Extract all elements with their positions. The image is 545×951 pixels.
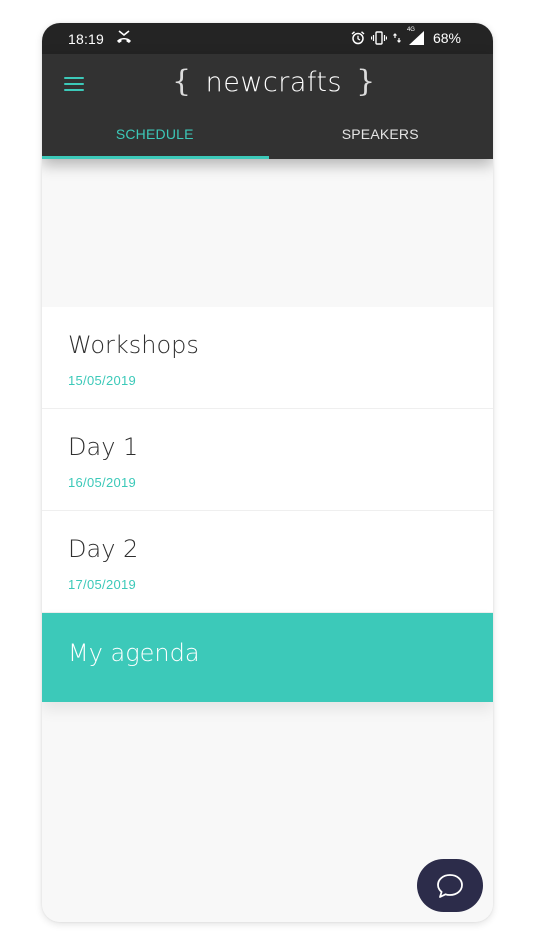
schedule-item-date: 16/05/2019 (68, 475, 137, 490)
vibrate-icon (370, 31, 387, 45)
logo-text: newcrafts (205, 67, 343, 98)
phone-frame: 18:19 4G 68% {newcrafts} SCHEDULE SPEA… (42, 23, 493, 922)
signal-icon: 4G (407, 27, 425, 45)
schedule-list: Workshops 15/05/2019 Day 1 16/05/2019 Da… (42, 307, 493, 702)
schedule-item-title: Workshops (68, 331, 199, 359)
chat-bubble-icon (437, 873, 463, 898)
schedule-content: Workshops 15/05/2019 Day 1 16/05/2019 Da… (42, 159, 493, 922)
alarm-icon (351, 31, 365, 45)
status-bar: 18:19 4G 68% (42, 23, 493, 54)
status-time: 18:19 (68, 31, 105, 47)
schedule-item-day-2[interactable]: Day 2 17/05/2019 (42, 511, 493, 613)
logo-open-brace: { (172, 64, 192, 99)
missed-call-icon (116, 30, 132, 44)
logo-close-brace: } (356, 64, 376, 99)
my-agenda-button[interactable]: My agenda (42, 613, 493, 702)
data-arrows-icon (393, 31, 401, 45)
tab-schedule[interactable]: SCHEDULE (42, 126, 268, 159)
schedule-item-day-1[interactable]: Day 1 16/05/2019 (42, 409, 493, 511)
schedule-item-date: 15/05/2019 (68, 373, 137, 388)
schedule-item-date: 17/05/2019 (68, 577, 137, 592)
app-bar: { newcrafts} SCHEDULE SPEAKERS (42, 54, 493, 159)
chat-button[interactable] (417, 859, 483, 912)
tab-speakers[interactable]: SPEAKERS (268, 126, 494, 159)
tab-bar: SCHEDULE SPEAKERS (42, 126, 493, 159)
schedule-item-workshops[interactable]: Workshops 15/05/2019 (42, 307, 493, 409)
hamburger-menu-icon[interactable] (64, 73, 86, 93)
battery-percentage: 68% (432, 30, 461, 46)
schedule-item-title: Day 1 (68, 433, 139, 461)
network-type-label: 4G (406, 27, 415, 33)
my-agenda-label: My agenda (68, 639, 200, 667)
active-tab-indicator (42, 156, 269, 159)
status-icons: 4G 68% (351, 27, 461, 46)
schedule-item-title: Day 2 (68, 535, 139, 563)
app-logo: { newcrafts} (172, 64, 376, 99)
